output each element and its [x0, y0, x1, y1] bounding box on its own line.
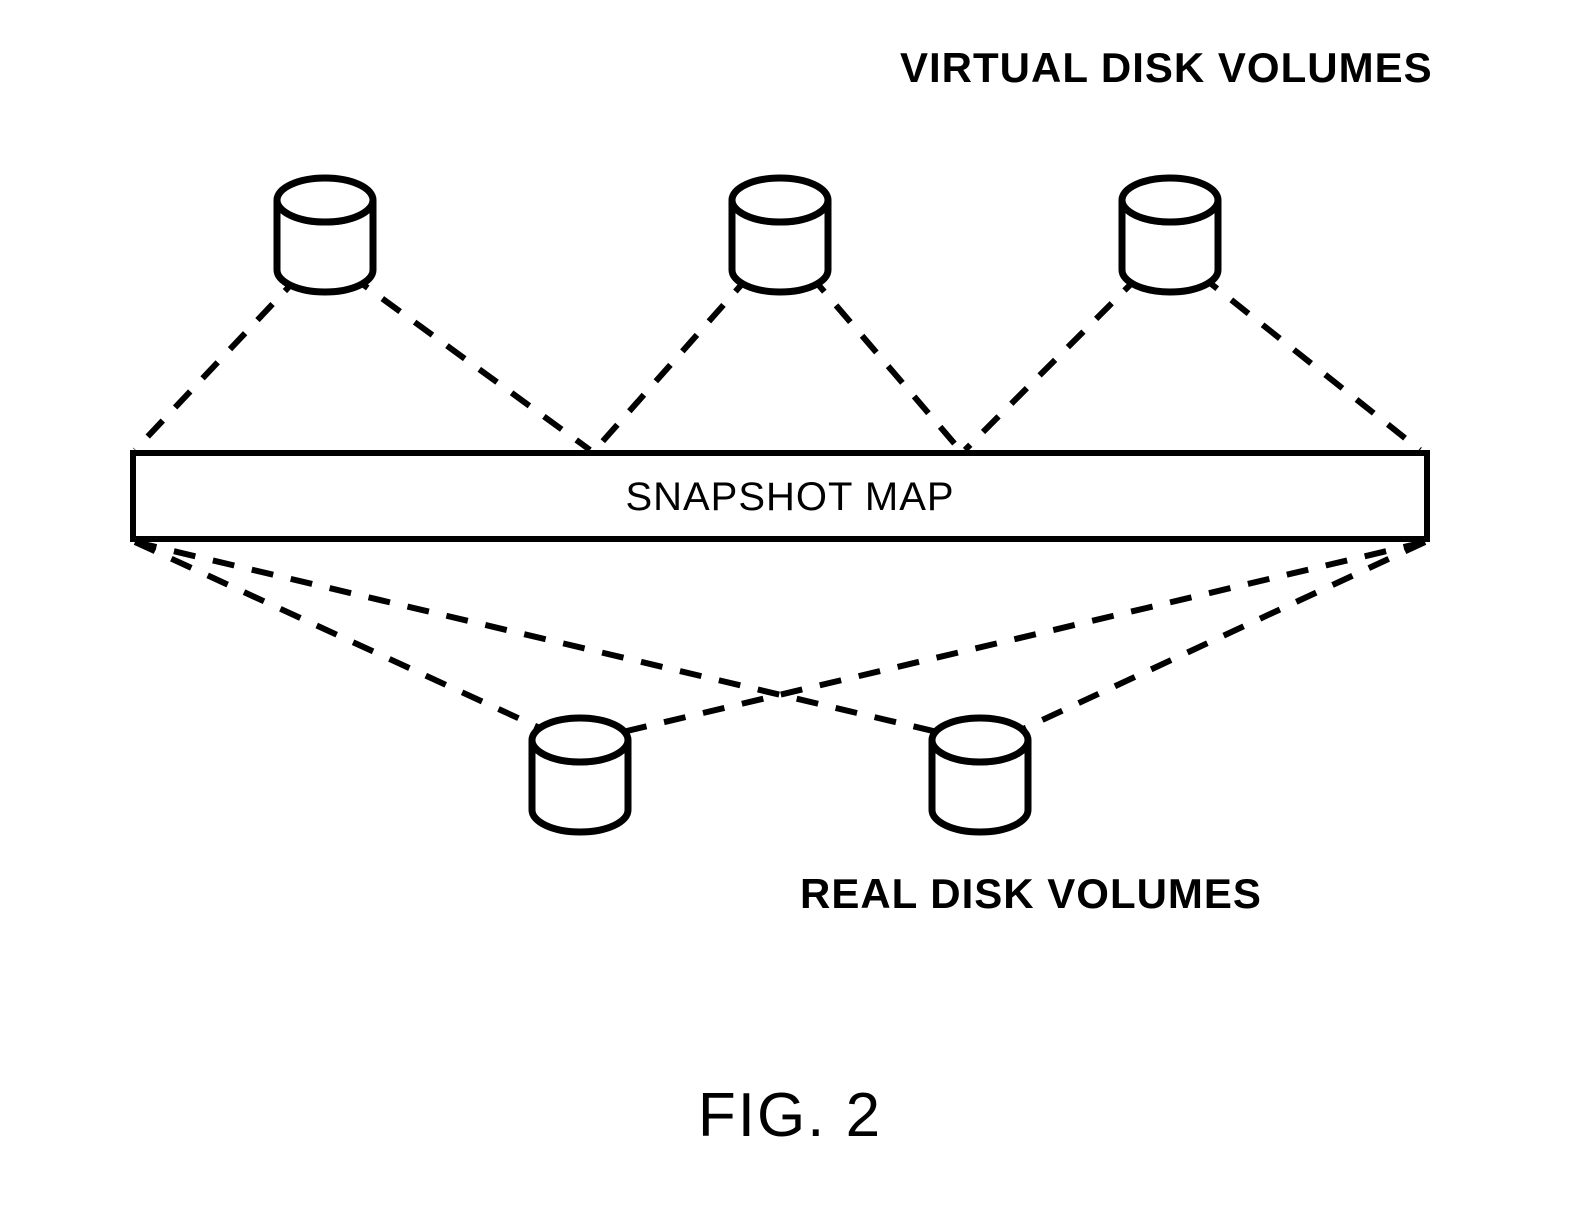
top-dashed-line-3 — [810, 275, 960, 450]
diagram-stage: VIRTUAL DISK VOLUMES SNAPSHOT MAP REAL D… — [0, 0, 1580, 1230]
top-dashed-line-0 — [135, 275, 300, 450]
diagram-svg — [0, 0, 1580, 1230]
top-dashed-line-1 — [350, 275, 590, 450]
bottom-dashed-line-1 — [135, 542, 950, 735]
snapshot-map-label: SNAPSHOT MAP — [0, 475, 1580, 520]
top-dashed-line-2 — [595, 275, 750, 450]
bottom-dashed-line-2 — [610, 542, 1425, 735]
real-disk-volumes-label: REAL DISK VOLUMES — [800, 870, 1262, 918]
top-dashed-line-5 — [1200, 275, 1420, 450]
bottom-dashed-line-3 — [1010, 542, 1425, 735]
virtual-disk-cylinder-icon-2 — [1122, 178, 1218, 292]
virtual-disk-volumes-label: VIRTUAL DISK VOLUMES — [900, 44, 1433, 92]
real-disk-cylinder-icon-1 — [932, 718, 1028, 832]
real-disk-cylinder-icon-0 — [532, 718, 628, 832]
top-dashed-line-4 — [965, 275, 1140, 450]
bottom-dashed-line-0 — [135, 542, 555, 735]
figure-caption: FIG. 2 — [0, 1080, 1580, 1151]
virtual-disk-cylinder-icon-1 — [732, 178, 828, 292]
virtual-disk-cylinder-icon-0 — [277, 178, 373, 292]
